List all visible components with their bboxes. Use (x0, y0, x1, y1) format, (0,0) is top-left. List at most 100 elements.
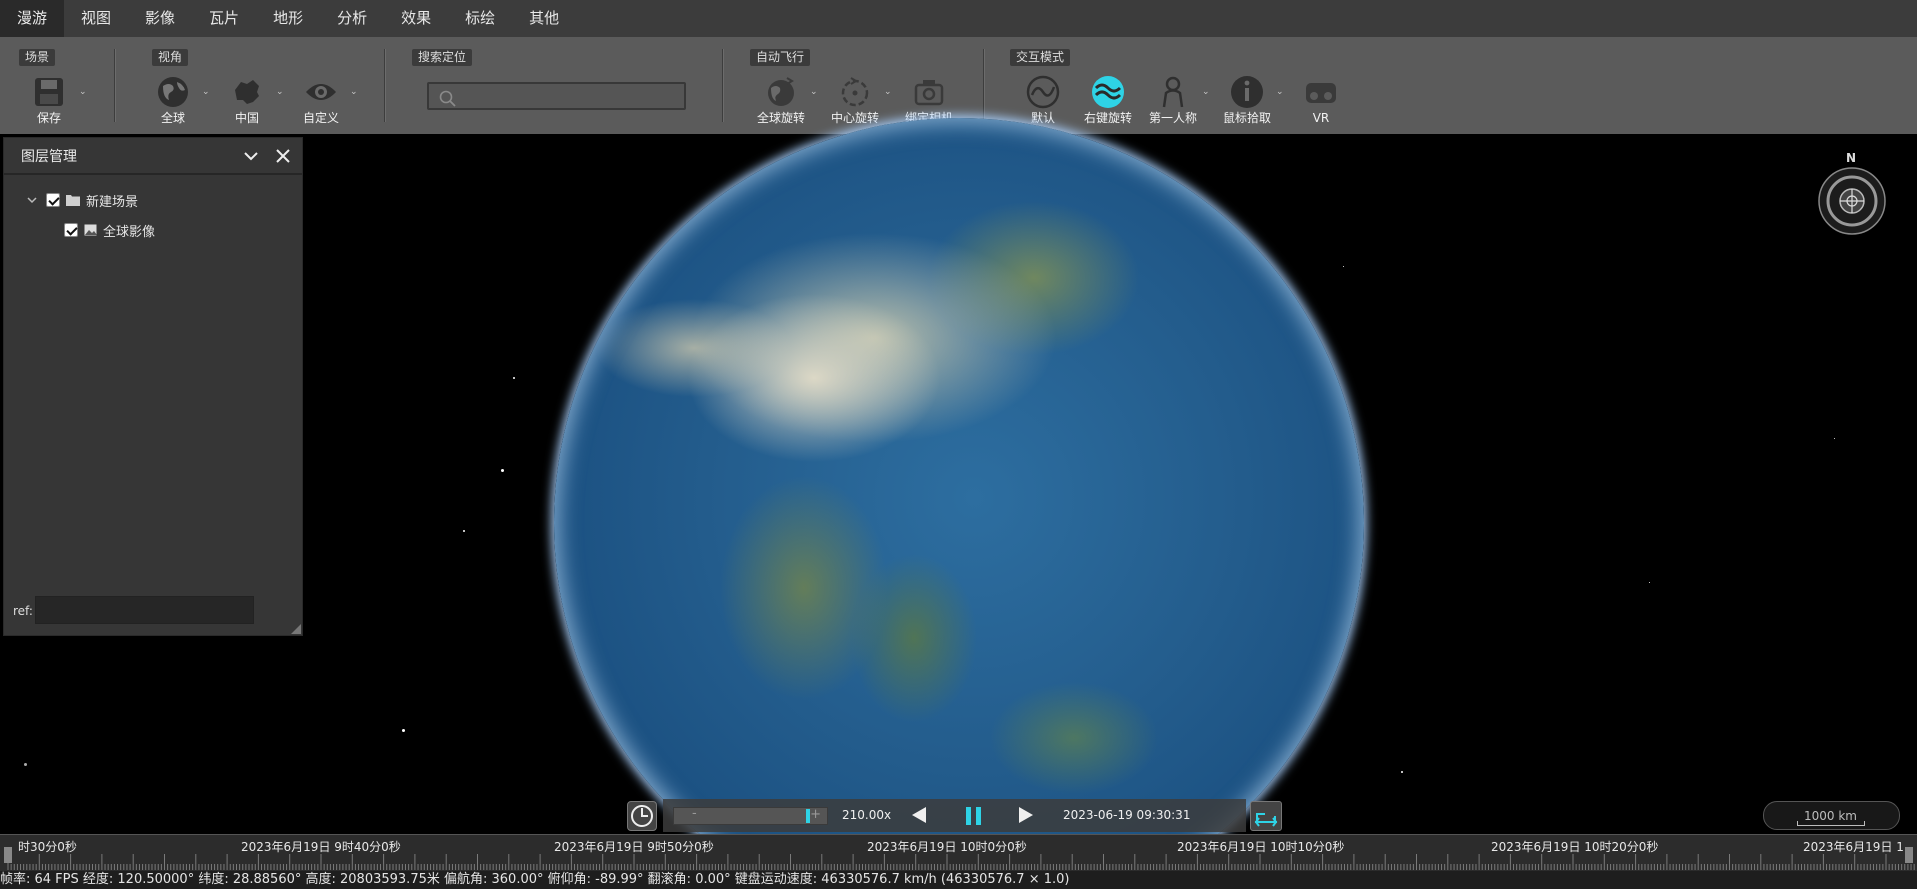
star (513, 377, 515, 379)
mode-right-rotate-label: 右键旋转 (1083, 111, 1132, 125)
timeline-label: 2023年6月19日 1 (1803, 840, 1904, 854)
menu-bar: 漫游 视图 影像 瓦片 地形 分析 效果 标绘 其他 (0, 0, 1917, 37)
play-button[interactable] (1017, 805, 1035, 829)
timeline-start-handle[interactable] (4, 847, 12, 863)
compass-ring-icon (1818, 167, 1886, 235)
layer-panel-buttons (242, 147, 292, 165)
default-mode-icon (1026, 75, 1060, 109)
star (501, 469, 504, 472)
menu-tiles[interactable]: 瓦片 (192, 0, 256, 37)
timeline-ticks (7, 854, 1915, 870)
star (1649, 582, 1650, 583)
globe-dropdown-caret[interactable]: ⌄ (202, 87, 212, 97)
resize-grip-icon[interactable] (291, 624, 301, 634)
tree-node-scene[interactable]: 新建场景 (26, 190, 138, 210)
star (402, 729, 405, 732)
play-reverse-icon (912, 807, 926, 823)
scene-checkbox[interactable] (46, 193, 60, 207)
global-rotate-caret[interactable]: ⌄ (810, 87, 820, 97)
folder-icon (66, 195, 80, 206)
close-button[interactable] (274, 147, 292, 165)
search-icon (439, 90, 456, 107)
layer-panel-title: 图层管理 (21, 148, 77, 165)
menu-view[interactable]: 视图 (64, 0, 128, 37)
search-input[interactable] (429, 84, 684, 108)
animation-widget: - + 210.00x 2023-06-19 09:30:31 (625, 799, 1283, 832)
timeline[interactable]: 时30分0秒 2023年6月19日 9时40分0秒 2023年6月19日 9时5… (0, 834, 1917, 871)
view-china-label: 中国 (234, 111, 259, 125)
group-label-autofly: 自动飞行 (750, 49, 811, 66)
expand-chevron-icon[interactable] (26, 194, 38, 206)
earth-globe[interactable] (554, 118, 1364, 889)
save-button[interactable]: 保存 (14, 74, 84, 126)
mode-vr-label: VR (1312, 111, 1330, 125)
app-window: 漫游 视图 影像 瓦片 地形 分析 效果 标绘 其他 场景 视角 搜索定位 自动… (0, 0, 1917, 889)
image-icon (84, 224, 97, 236)
timeline-toggle-button[interactable] (1250, 801, 1282, 831)
speed-multiplier: 210.00x (842, 808, 892, 822)
separator (384, 49, 386, 122)
pause-button[interactable] (963, 805, 985, 831)
mode-vr-button[interactable]: VR (1286, 74, 1356, 126)
view-china-button[interactable]: 中国 (212, 74, 282, 126)
menu-imagery[interactable]: 影像 (128, 0, 192, 37)
save-dropdown-caret[interactable]: ⌄ (79, 87, 89, 97)
separator (722, 49, 724, 122)
timeline-label: 时30分0秒 (18, 840, 77, 854)
menu-terrain[interactable]: 地形 (256, 0, 320, 37)
save-icon (35, 78, 63, 106)
timeline-expand-icon (1254, 813, 1278, 827)
china-map-icon (235, 80, 259, 104)
mode-mouse-pick-label: 鼠标拾取 (1222, 111, 1271, 125)
timeline-label: 2023年6月19日 10时0分0秒 (867, 840, 1027, 854)
center-rotate-button[interactable]: 中心旋转 (820, 74, 890, 126)
animation-bar: - + 210.00x 2023-06-19 09:30:31 (663, 799, 1246, 832)
group-label-interact: 交互模式 (1010, 49, 1071, 66)
menu-effects[interactable]: 效果 (384, 0, 448, 37)
menu-roam[interactable]: 漫游 (0, 0, 65, 37)
layer-panel: 图层管理 新建场景 全球影像 ref: (3, 137, 303, 636)
speed-slider[interactable]: - + (673, 806, 828, 825)
speed-minus[interactable]: - (692, 806, 697, 821)
collapse-button[interactable] (242, 147, 260, 165)
group-label-scene: 场景 (19, 49, 56, 66)
globe-icon (158, 77, 188, 107)
mode-right-rotate-button[interactable]: 右键旋转 (1073, 74, 1143, 126)
star (1401, 771, 1403, 773)
center-rotate-caret[interactable]: ⌄ (884, 87, 894, 97)
clock-button[interactable] (627, 801, 657, 831)
reverse-button[interactable] (910, 805, 928, 829)
mode-mouse-pick-button[interactable]: 鼠标拾取 (1212, 74, 1282, 126)
vr-headset-icon (1306, 83, 1336, 103)
compass-widget[interactable]: N (1818, 151, 1886, 235)
mode-default-button[interactable]: 默认 (1008, 74, 1078, 126)
custom-dropdown-caret[interactable]: ⌄ (350, 87, 360, 97)
imagery-label: 全球影像 (103, 224, 156, 240)
mouse-pick-caret[interactable]: ⌄ (1276, 87, 1286, 97)
center-rotate-label: 中心旋转 (830, 111, 879, 125)
clock-icon (631, 805, 653, 827)
china-dropdown-caret[interactable]: ⌄ (276, 87, 286, 97)
imagery-checkbox[interactable] (64, 223, 78, 237)
first-person-caret[interactable]: ⌄ (1202, 87, 1212, 97)
close-icon (276, 149, 290, 163)
timeline-end-handle[interactable] (1905, 847, 1913, 863)
view-globe-button[interactable]: 全球 (138, 74, 208, 126)
scale-ruler (1797, 821, 1865, 826)
chevron-down-icon (244, 152, 258, 161)
status-text: 帧率: 64 FPS 经度: 120.50000° 纬度: 28.88560° … (0, 872, 1070, 887)
view-custom-button[interactable]: 自定义 (286, 74, 356, 126)
mode-first-person-button[interactable]: 第一人称 (1138, 74, 1208, 126)
tree-node-imagery[interactable]: 全球影像 (64, 220, 155, 240)
menu-other[interactable]: 其他 (512, 0, 576, 37)
menu-analysis[interactable]: 分析 (320, 0, 384, 37)
global-rotate-button[interactable]: 全球旋转 (746, 74, 816, 126)
speed-plus[interactable]: + (810, 807, 821, 822)
play-icon (1019, 807, 1033, 823)
pause-icon (966, 807, 981, 825)
scale-bar: 1000 km (1763, 801, 1900, 830)
menu-plot[interactable]: 标绘 (448, 0, 512, 37)
ref-input[interactable] (35, 596, 254, 624)
view-custom-label: 自定义 (302, 111, 339, 125)
star (24, 763, 27, 766)
